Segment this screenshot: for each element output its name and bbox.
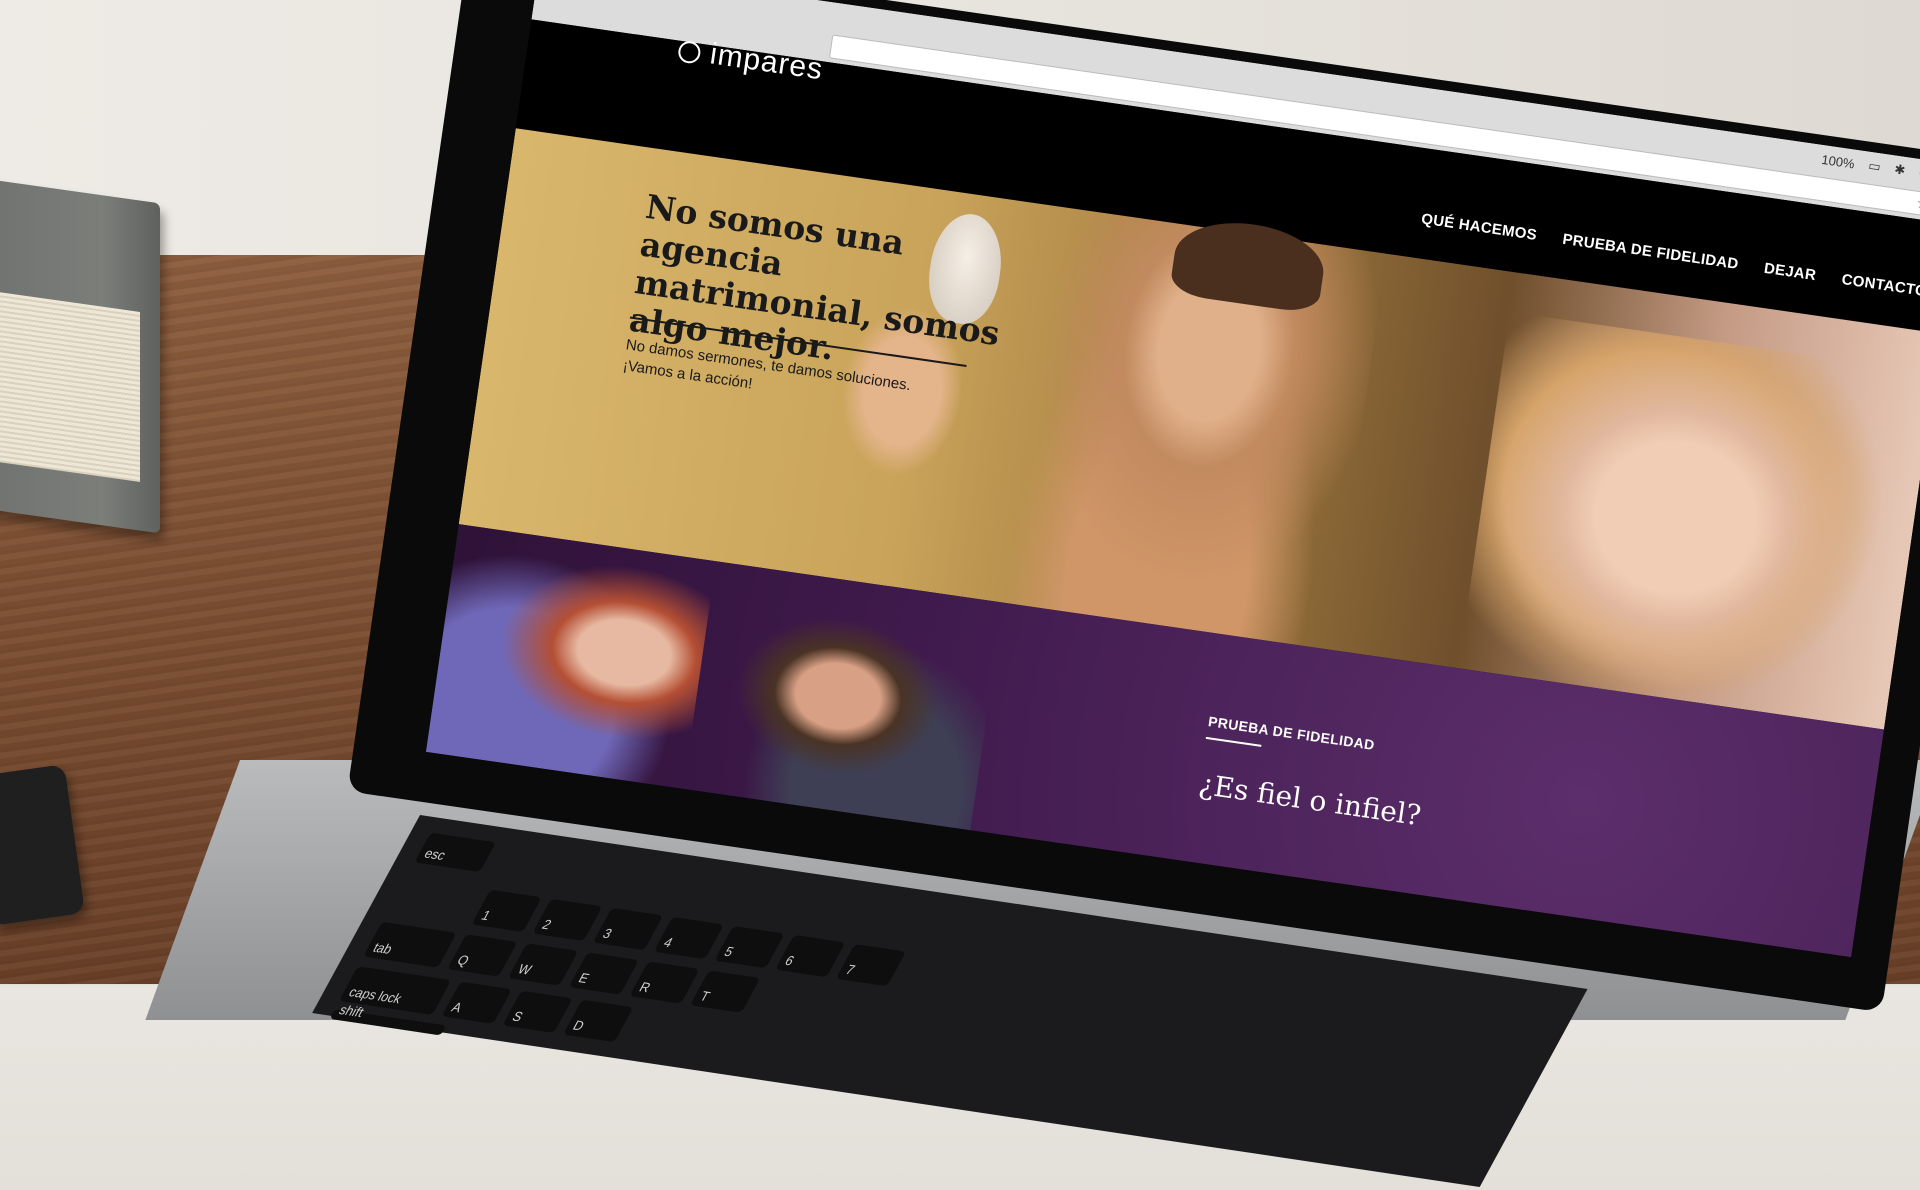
key-r: R xyxy=(629,961,700,1004)
key-5: 5 xyxy=(714,925,785,969)
bookmark-star-icon[interactable]: ☆ xyxy=(1915,193,1920,215)
key-w: W xyxy=(507,943,579,986)
nav-item-dejar[interactable]: DEJAR xyxy=(1763,260,1817,284)
section-man-photo xyxy=(722,606,998,831)
key-tab: tab xyxy=(363,921,457,968)
key-q: Q xyxy=(447,934,518,977)
section-title: ¿Es fiel o infiel? xyxy=(1196,767,1424,833)
key-7: 7 xyxy=(835,944,907,987)
key-t: T xyxy=(690,970,761,1013)
section-woman-photo xyxy=(425,524,717,789)
bluetooth-icon: ✱ xyxy=(1893,161,1907,178)
key-3: 3 xyxy=(592,907,664,951)
section-label: PRUEBA DE FIDELIDAD xyxy=(1207,713,1376,753)
key-6: 6 xyxy=(775,934,846,978)
key-2: 2 xyxy=(532,898,603,942)
key-1: 1 xyxy=(471,889,542,933)
key-d: D xyxy=(563,999,634,1043)
nav-item-que-hacemos[interactable]: QUÉ HACEMOS xyxy=(1420,210,1538,243)
logo-icon xyxy=(676,39,702,65)
key-s: S xyxy=(502,990,573,1033)
key-esc: esc xyxy=(414,832,496,873)
battery-percent: 100% xyxy=(1820,151,1856,172)
key-e: E xyxy=(568,952,639,995)
nav-item-prueba-de-fidelidad[interactable]: PRUEBA DE FIDELIDAD xyxy=(1561,231,1739,273)
key-4: 4 xyxy=(653,916,724,960)
battery-icon: ▭ xyxy=(1867,157,1882,175)
nav-item-contacto[interactable]: CONTACTO xyxy=(1841,271,1920,300)
key-a: A xyxy=(441,981,512,1024)
section-label-underline xyxy=(1205,736,1262,747)
book-pages xyxy=(0,288,140,482)
